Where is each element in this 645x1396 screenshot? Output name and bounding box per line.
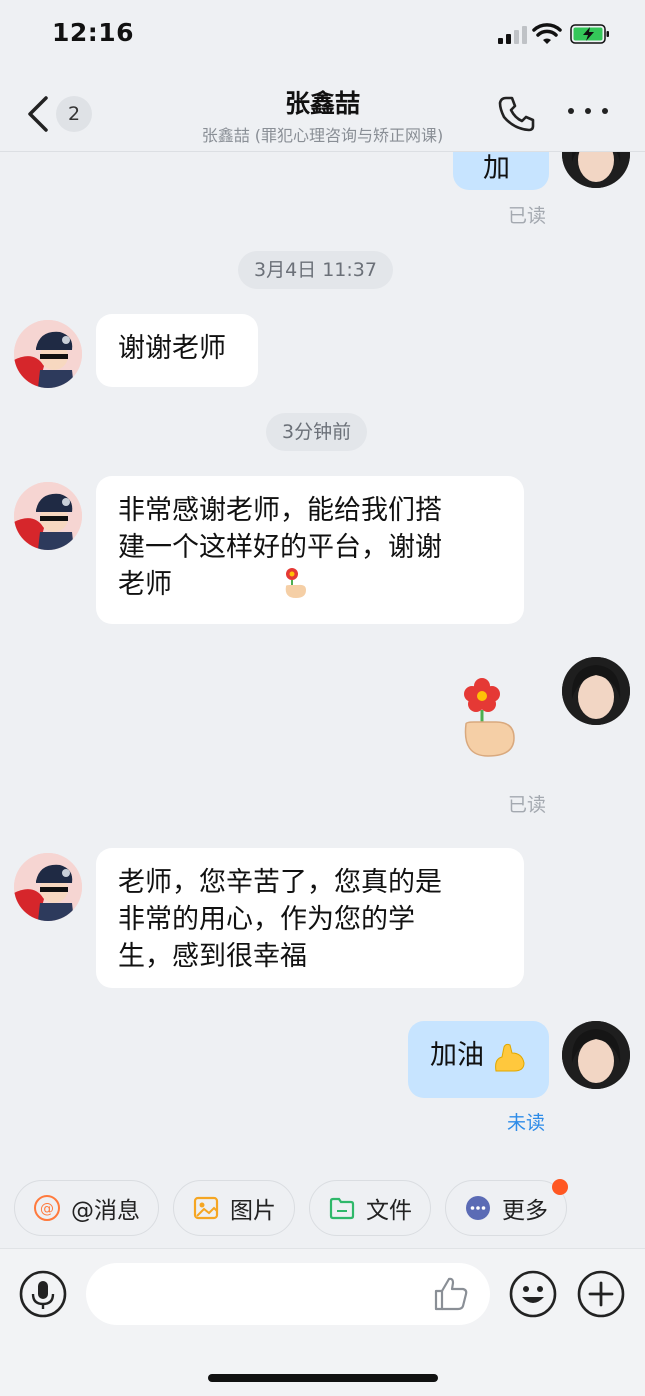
at-sign-icon: @ bbox=[34, 1195, 60, 1221]
voice-input-button[interactable] bbox=[18, 1269, 68, 1319]
signal-icon bbox=[498, 26, 527, 44]
status-bar: 12:16 bbox=[0, 0, 645, 70]
battery-icon bbox=[570, 24, 609, 44]
police-avatar[interactable] bbox=[14, 482, 82, 550]
flower-sticker-icon[interactable] bbox=[460, 676, 520, 760]
notification-dot bbox=[552, 1179, 568, 1195]
timestamp-divider: 3月4日 11:37 bbox=[238, 251, 393, 289]
file-button[interactable]: 文件 bbox=[309, 1180, 431, 1236]
chip-label: 文件 bbox=[366, 1198, 412, 1224]
teacher-avatar[interactable] bbox=[562, 657, 630, 725]
home-indicator[interactable] bbox=[208, 1374, 438, 1382]
quick-actions: @ @消息 图片 文件 更多 bbox=[14, 1179, 568, 1236]
thumbs-up-icon[interactable] bbox=[432, 1275, 470, 1313]
police-avatar[interactable] bbox=[14, 853, 82, 921]
police-avatar[interactable] bbox=[14, 320, 82, 388]
chip-label: @消息 bbox=[71, 1198, 140, 1224]
mention-button[interactable]: @ @消息 bbox=[14, 1180, 159, 1236]
wifi-icon bbox=[532, 23, 562, 44]
chip-label: 更多 bbox=[502, 1198, 548, 1224]
message-bubble[interactable]: 非常感谢老师，能给我们搭 建一个这样好的平台，谢谢 老师 bbox=[96, 476, 524, 624]
read-status: 已读 bbox=[508, 205, 547, 227]
message-text: 加油 bbox=[430, 1040, 484, 1071]
more-button[interactable]: 更多 bbox=[445, 1179, 568, 1236]
message-bubble[interactable]: 老师，您辛苦了，您真的是 非常的用心，作为您的学 生，感到很幸福 bbox=[96, 848, 524, 988]
image-icon bbox=[193, 1196, 219, 1220]
nav-bar: 2 张鑫喆 张鑫喆 (罪犯心理咨询与矫正网课) bbox=[0, 70, 645, 152]
flower-emoji-icon bbox=[285, 568, 306, 598]
read-status: 已读 bbox=[508, 794, 547, 816]
message-text: 加 bbox=[483, 153, 510, 184]
svg-text:@: @ bbox=[40, 1201, 54, 1217]
image-button[interactable]: 图片 bbox=[173, 1180, 295, 1236]
more-icon bbox=[466, 1196, 490, 1220]
phone-call-button[interactable] bbox=[496, 94, 536, 134]
message-bubble[interactable]: 谢谢老师 bbox=[96, 314, 258, 387]
message-text: 谢谢老师 bbox=[118, 333, 226, 364]
flexed-biceps-emoji-icon bbox=[495, 1043, 525, 1072]
status-time: 12:16 bbox=[52, 18, 135, 47]
chat-title[interactable]: 张鑫喆 bbox=[0, 84, 645, 120]
message-bubble-mine[interactable]: 加油 bbox=[408, 1021, 549, 1098]
more-options-button[interactable] bbox=[568, 108, 608, 120]
add-attachment-button[interactable] bbox=[576, 1269, 626, 1319]
teacher-avatar[interactable] bbox=[562, 1021, 630, 1089]
chip-label: 图片 bbox=[230, 1198, 276, 1224]
message-input[interactable] bbox=[86, 1263, 490, 1325]
emoji-button[interactable] bbox=[508, 1269, 558, 1319]
chat-subtitle: 张鑫喆 (罪犯心理咨询与矫正网课) bbox=[201, 126, 444, 145]
message-text: 老师，您辛苦了，您真的是 非常的用心，作为您的学 生，感到很幸福 bbox=[118, 867, 442, 972]
timestamp-divider: 3分钟前 bbox=[266, 413, 368, 451]
unread-status: 未读 bbox=[507, 1112, 546, 1134]
folder-icon bbox=[329, 1197, 355, 1220]
